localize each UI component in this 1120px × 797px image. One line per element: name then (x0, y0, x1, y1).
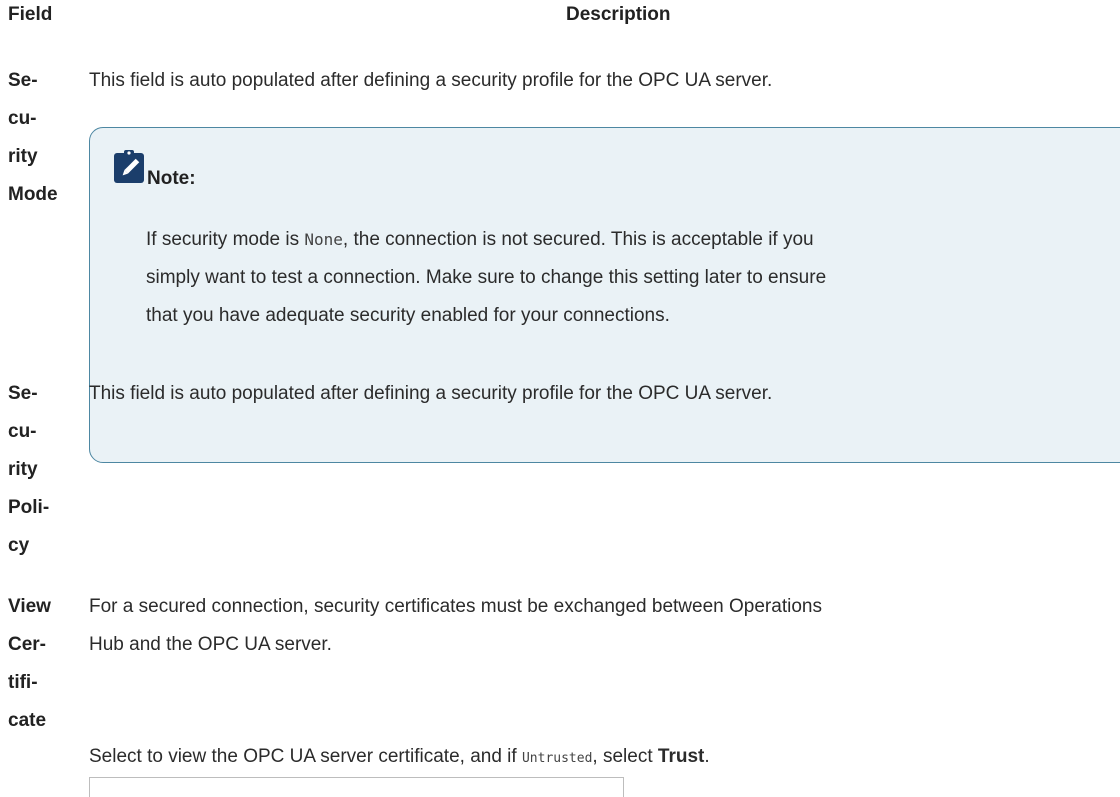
field-label-security-policy: Se- cu- rity Poli- cy (8, 375, 88, 565)
view-certificate-description: For a secured connection, security certi… (89, 588, 822, 664)
field-label-part: cu- (8, 421, 37, 442)
clipboard-pencil-icon (114, 150, 144, 183)
field-label-security-mode: Se- cu- rity Mode (8, 62, 88, 214)
certificate-screenshot-frame (89, 777, 624, 797)
note-text: If security mode is (146, 229, 305, 250)
field-label-part: rity (8, 459, 38, 480)
note-text: , the connection is not secured. This is… (342, 229, 814, 250)
note-line: simply want to test a connection. Make s… (146, 267, 827, 288)
instruction-text: , select (592, 746, 658, 767)
field-label-part: Poli- (8, 497, 50, 518)
field-label-part: tifi- (8, 672, 38, 693)
security-mode-description: This field is auto populated after defin… (89, 70, 773, 91)
security-policy-description: This field is auto populated after defin… (89, 383, 773, 404)
column-header-field: Field (8, 4, 53, 25)
field-label-part: Mode (8, 184, 58, 205)
field-label-part: cy (8, 535, 30, 556)
field-label-part: cate (8, 710, 47, 731)
inline-code-none: None (304, 230, 343, 249)
field-label-part: Se- (8, 70, 38, 91)
instruction-text: Select to view the OPC UA server certifi… (89, 746, 522, 767)
field-label-view-certificate: View Cer- tifi- cate (8, 588, 88, 740)
note-body: If security mode is None, the connection… (146, 221, 826, 335)
field-label-part: Se- (8, 383, 38, 404)
instruction-text: . (704, 746, 710, 767)
field-label-part: Cer- (8, 634, 47, 655)
field-label-part: View (8, 596, 51, 617)
field-label-part: rity (8, 146, 38, 167)
trust-label: Trust (657, 746, 705, 767)
field-label-part: cu- (8, 108, 37, 129)
inline-code-untrusted: Untrusted (521, 751, 593, 766)
view-certificate-instruction: Select to view the OPC UA server certifi… (89, 738, 710, 778)
note-title: Note: (147, 168, 196, 189)
description-line: Hub and the OPC UA server. (89, 634, 332, 655)
note-line: If security mode is None, the connection… (146, 221, 826, 259)
note-line: that you have adequate security enabled … (146, 305, 670, 326)
column-header-description: Description (566, 4, 671, 25)
description-line: For a secured connection, security certi… (89, 596, 822, 617)
